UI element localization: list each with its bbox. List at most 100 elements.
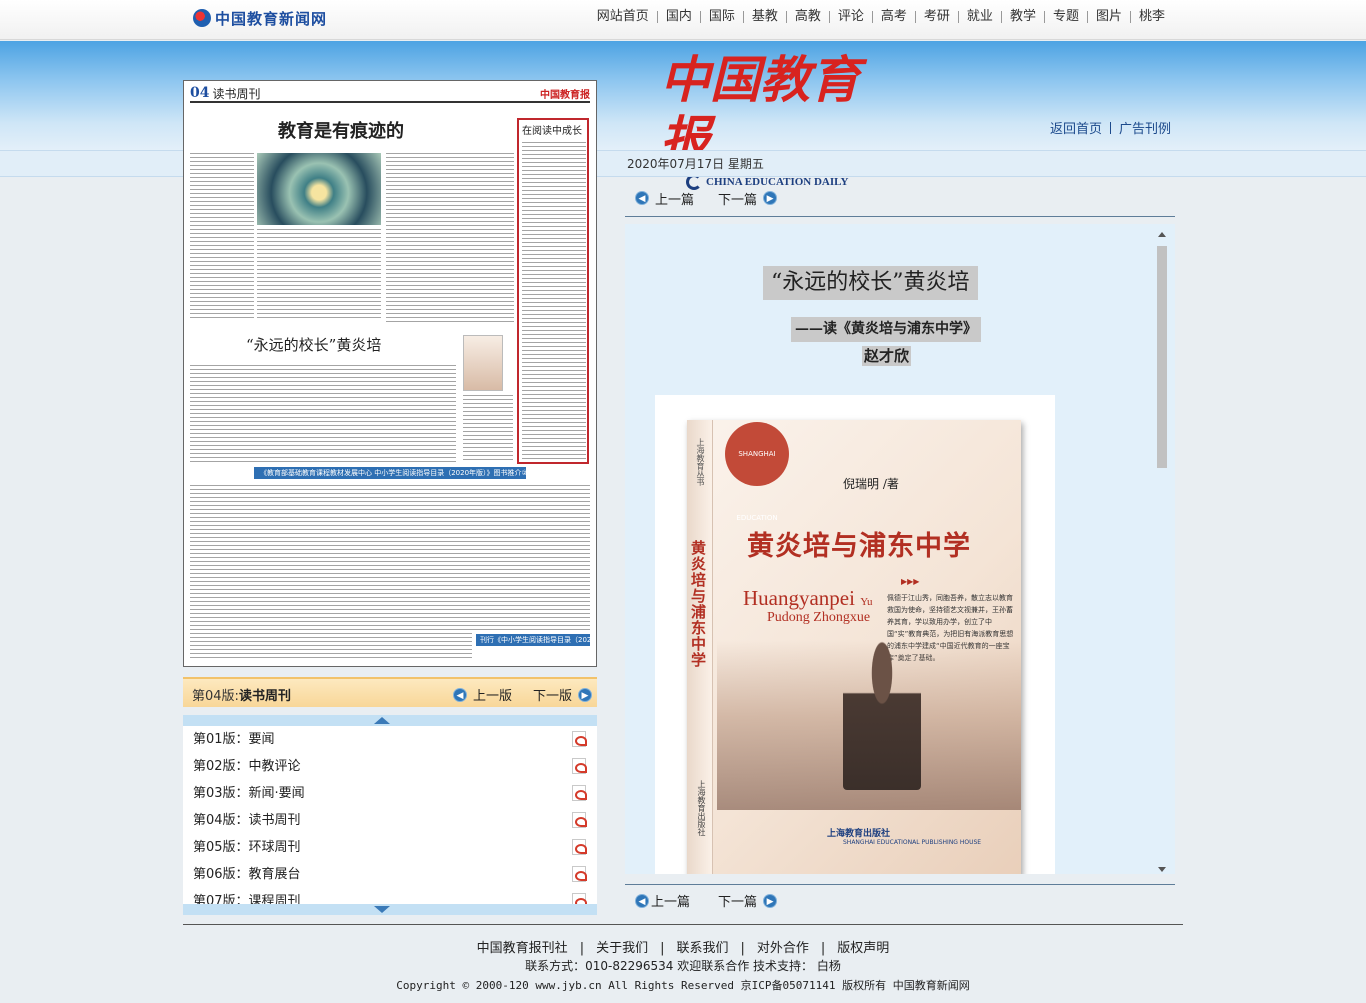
recommend-band-2: 刊行《中小学生阅读指导目录（2020年版）》 (476, 634, 590, 646)
pdf-icon[interactable] (572, 785, 587, 801)
page-headline[interactable]: 教育是有痕迹的 (278, 117, 404, 143)
pdf-icon[interactable] (572, 893, 587, 904)
arrow-left-icon: ◀ (635, 191, 649, 205)
footer-link[interactable]: 关于我们 (596, 941, 648, 956)
edition-list: 第01版：要闻第02版：中教评论 第03版：新闻·要闻 第04版：读书周刊 第05版：… (183, 715, 597, 915)
edition-list-item[interactable]: 第05版：环球周刊 (183, 834, 597, 861)
list-scroll-up[interactable] (183, 715, 597, 726)
edition-list-item[interactable]: 第06版：教育展台 (183, 861, 597, 888)
scroll-thumb[interactable] (1157, 246, 1167, 468)
site-logo-text: 中国教育新闻网 (215, 9, 328, 28)
edition-label[interactable]: 第05版：环球周刊 (193, 840, 301, 855)
arrow-right-icon: ▶ (763, 893, 778, 908)
next-article-button[interactable]: 下一篇 ▶ (718, 189, 778, 208)
edition-list-item[interactable]: 第03版：新闻·要闻 (183, 780, 597, 807)
pdf-icon[interactable] (572, 758, 587, 774)
text-column[interactable] (257, 229, 381, 321)
text-column[interactable] (190, 633, 472, 659)
article-content[interactable]: “永远的校长”黄炎培 ——读《黄炎培与浦东中学》 赵才欣 上海教育丛书 黄炎培与… (625, 224, 1175, 874)
newspaper-page-image[interactable]: 04 读书周刊 中国教育报 教育是有痕迹的 在阅读中成长 “永远的校长”黄炎培 … (183, 80, 597, 667)
book-thumbnail (463, 335, 503, 391)
article-nav-bottom: ◀ 上一篇 下一篇 ▶ (625, 884, 1175, 916)
prev-article-button-bottom[interactable]: ◀ 上一篇 (635, 891, 690, 910)
edition-label[interactable]: 第02版：中教评论 (193, 759, 301, 774)
nav-item[interactable]: 教学 (1002, 9, 1044, 25)
edition-label[interactable]: 第04版：读书周刊 (193, 813, 301, 828)
footer-link[interactable]: 对外合作 (757, 941, 809, 956)
footer-link[interactable]: 版权声明 (837, 941, 889, 956)
footer-link[interactable]: 联系我们 (676, 941, 728, 956)
edition-list-item[interactable]: 第01版：要闻 (183, 726, 597, 753)
nav-item[interactable]: 国际 (701, 9, 743, 25)
footer-link[interactable]: 中国教育报刊社 (477, 941, 568, 956)
scroll-down-icon[interactable] (1158, 867, 1166, 872)
ad-rates-link[interactable]: 广告刊例 (1119, 118, 1171, 137)
arrow-right-icon: ▶ (578, 687, 593, 702)
page-headline-2[interactable]: “永远的校长”黄炎培 (246, 334, 381, 355)
edition-bar: 第04版:读书周刊 ◀ 上一版 下一版 ▶ (183, 677, 597, 707)
arrow-right-icon: ▶ (763, 191, 778, 205)
nav-item[interactable]: 专题 (1045, 9, 1087, 25)
triangle-up-icon (374, 717, 390, 724)
triangle-down-icon (374, 906, 390, 913)
pdf-icon[interactable] (572, 839, 587, 855)
text-column[interactable] (190, 153, 254, 321)
next-article-button-bottom[interactable]: 下一篇 ▶ (718, 891, 778, 910)
nav-item[interactable]: 基教 (744, 9, 786, 25)
book-author: 倪瑞明 /著 (843, 477, 899, 491)
edition-list-items[interactable]: 第01版：要闻第02版：中教评论 第03版：新闻·要闻 第04版：读书周刊 第05版：… (183, 726, 597, 904)
site-logo[interactable]: 中国教育新闻网 (193, 7, 327, 29)
pdf-icon[interactable] (572, 812, 587, 828)
page-header: 04 读书周刊 中国教育报 (190, 85, 590, 103)
prev-article-button[interactable]: ◀ 上一篇 (635, 189, 694, 208)
nav-item[interactable]: 图片 (1088, 9, 1130, 25)
nav-item[interactable]: 高考 (873, 9, 915, 25)
series-stamp: SHANGHAI EDUCATION (725, 422, 789, 522)
footer-divider (183, 924, 1183, 925)
footer-copyright: Copyright © 2000-120 www.jyb.cn All Righ… (396, 979, 970, 992)
nav-item[interactable]: 网站首页 (589, 9, 657, 25)
article-scrollbar[interactable] (1155, 232, 1167, 872)
list-scroll-down[interactable] (183, 904, 597, 915)
site-emblem-icon (193, 9, 211, 27)
article-subtitle: ——读《黄炎培与浦东中学》 (791, 317, 981, 342)
prev-edition-button[interactable]: ◀ 上一版 (453, 685, 512, 704)
nav-item[interactable]: 高教 (787, 9, 829, 25)
pdf-icon[interactable] (572, 866, 587, 882)
nav-item[interactable]: 考研 (916, 9, 958, 25)
top-links: 返回首页 广告刊例 (1050, 118, 1171, 137)
book-pinyin-title: Huangyanpei Yu (743, 586, 873, 610)
top-bar: 中国教育新闻网 网站首页 国内 国际 基教 高教 评论 高考 考研 就业 教学 专题 图片 桃李 (0, 0, 1366, 40)
text-column[interactable] (463, 395, 513, 463)
arrows-icon: ▶▶▶ (901, 577, 920, 586)
text-column[interactable] (190, 365, 456, 463)
book-title: 黄炎培与浦东中学 (747, 531, 971, 562)
text-column[interactable] (386, 153, 514, 323)
text-column (522, 142, 586, 460)
footer-contact: 联系方式：010-82296534 欢迎联系合作 技术支持： 白杨 (525, 959, 841, 973)
back-home-link[interactable]: 返回首页 (1050, 118, 1102, 137)
next-edition-button[interactable]: 下一版 ▶ (533, 685, 593, 704)
edition-list-item[interactable]: 第07版：课程周刊 (183, 888, 597, 904)
pdf-icon[interactable] (572, 731, 587, 747)
article-author: 赵才欣 (862, 346, 912, 366)
arrow-left-icon: ◀ (635, 893, 649, 908)
nav-item[interactable]: 桃李 (1131, 9, 1173, 25)
highlighted-article-box[interactable]: 在阅读中成长 (517, 118, 589, 464)
scroll-up-icon[interactable] (1158, 232, 1166, 237)
edition-label[interactable]: 第07版：课程周刊 (193, 894, 301, 904)
nav-item[interactable]: 评论 (830, 9, 872, 25)
issue-date: 2020年07月17日 星期五 (627, 157, 764, 171)
edition-list-item[interactable]: 第02版：中教评论 (183, 753, 597, 780)
nav-item[interactable]: 国内 (658, 9, 700, 25)
edition-list-item[interactable]: 第04版：读书周刊 (183, 807, 597, 834)
arrow-left-icon: ◀ (453, 687, 467, 702)
edition-label[interactable]: 第03版：新闻·要闻 (193, 786, 305, 801)
edition-label[interactable]: 第01版：要闻 (193, 732, 275, 747)
nav-item[interactable]: 就业 (959, 9, 1001, 25)
portrait-photo (843, 640, 921, 790)
page-number: 04 (190, 85, 210, 101)
book-series: 上海教育丛书 (696, 438, 705, 486)
edition-label[interactable]: 第06版：教育展台 (193, 867, 301, 882)
text-column[interactable] (190, 485, 590, 631)
